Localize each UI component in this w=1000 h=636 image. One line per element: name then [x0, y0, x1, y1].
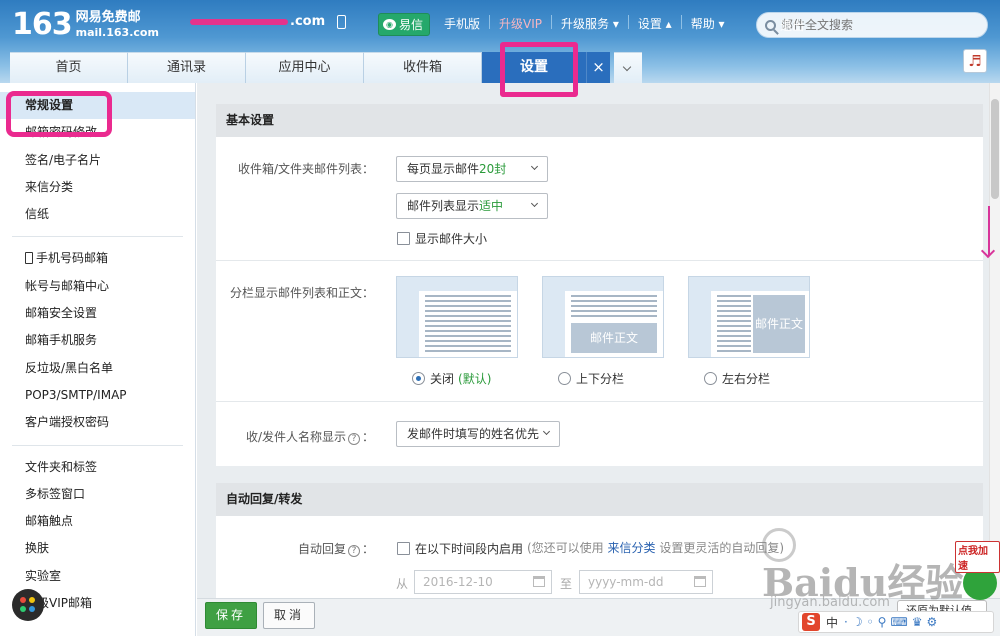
mail-list-label: 收件箱/文件夹邮件列表： — [237, 162, 374, 176]
radio-layout-left-right[interactable]: 左右分栏 — [704, 370, 770, 387]
calendar-icon[interactable] — [694, 576, 706, 587]
top-header: 163 网易免费邮 mail.163.com .com ◉ 易信 手机版 升级V… — [0, 0, 1000, 83]
ime-toolbar: S 中 ·☽◦⚲⌨♛⚙ — [798, 611, 994, 633]
mail-filter-link[interactable]: 来信分类 — [608, 541, 656, 555]
checkbox-icon — [397, 542, 410, 555]
sender-name-select[interactable]: 发邮件时填写的姓名优先 — [396, 421, 560, 447]
sidebar-item-folders[interactable]: 文件夹和标签 — [0, 454, 195, 481]
tab-inbox[interactable]: 收件箱 — [364, 52, 482, 83]
sidebar-item-pop3[interactable]: POP3/SMTP/IMAP — [0, 382, 195, 409]
sidebar-item-account-center[interactable]: 帐号与邮箱中心 — [0, 273, 195, 300]
ime-tool-icons[interactable]: ·☽◦⚲⌨♛⚙ — [844, 615, 941, 629]
calendar-icon[interactable] — [533, 576, 545, 587]
sidebar-item-general[interactable]: 常规设置 — [0, 92, 195, 120]
help-icon[interactable]: ? — [347, 545, 360, 557]
help-icon[interactable]: ? — [347, 433, 360, 445]
chevron-down-icon — [622, 62, 632, 72]
logo-title: 网易免费邮 — [75, 9, 141, 25]
nav-upgrade-vip[interactable]: 升级VIP — [499, 15, 542, 32]
nav-settings[interactable]: 设置 ▴ — [638, 15, 672, 32]
tab-contacts[interactable]: 通讯录 — [128, 52, 246, 83]
main-tabs: 首页 通讯录 应用中心 收件箱 设置 × — [10, 52, 642, 83]
sogou-icon[interactable]: S — [802, 613, 820, 631]
auto-reply-panel: 自动回复/转发 自动回复?： 在以下时间段内启用 (您还可以使用 来信分类 设置… — [216, 483, 983, 598]
layout-thumb-off[interactable] — [396, 276, 518, 358]
layout-thumb-top-bottom[interactable]: 邮件正文 — [542, 276, 664, 358]
ime-language[interactable]: 中 — [826, 614, 838, 631]
apps-grid-icon[interactable] — [12, 589, 44, 621]
section-title-auto-reply: 自动回复/转发 — [216, 483, 983, 516]
nav-upgrade-service[interactable]: 升级服务 ▾ — [561, 15, 619, 32]
vertical-scrollbar[interactable] — [989, 83, 1000, 598]
nav-mobile-version[interactable]: 手机版 — [444, 15, 480, 32]
list-density-select[interactable]: 邮件列表显示适中 — [396, 193, 548, 219]
chevron-down-icon — [530, 199, 539, 208]
more-tabs-button[interactable] — [614, 52, 642, 83]
account-name[interactable]: .com — [190, 14, 347, 29]
settings-content: 基本设置 收件箱/文件夹邮件列表： 每页显示邮件20封 邮件列表显示适中 显示邮… — [197, 83, 989, 598]
tab-home[interactable]: 首页 — [10, 52, 128, 83]
split-view-label: 分栏显示邮件列表和正文： — [229, 286, 374, 300]
mobile-phone-icon[interactable] — [337, 14, 347, 29]
sidebar-item-skin[interactable]: 换肤 — [0, 535, 195, 562]
sidebar-item-security[interactable]: 邮箱安全设置 — [0, 300, 195, 327]
sidebar-item-password[interactable]: 邮箱密码修改 — [0, 119, 195, 146]
sidebar-item-phone-service[interactable]: 邮箱手机服务 — [0, 327, 195, 354]
radio-selected-icon — [412, 372, 425, 385]
auto-reply-label: 自动回复?： — [297, 542, 374, 557]
cancel-button[interactable]: 取消 — [263, 602, 315, 629]
top-nav: 手机版 升级VIP 升级服务 ▾ 设置 ▴ 帮助 ▾ — [444, 15, 725, 32]
save-button[interactable]: 保存 — [205, 602, 257, 629]
sidebar-item-multi-tab[interactable]: 多标签窗口 — [0, 481, 195, 508]
sidebar-divider — [12, 444, 183, 446]
sidebar-item-signature[interactable]: 签名/电子名片 — [0, 147, 195, 174]
auto-reply-hint: (您还可以使用 来信分类 设置更灵活的自动回复) — [527, 541, 785, 555]
logo-number: 163 — [12, 7, 73, 42]
yixin-icon: ◉ — [383, 19, 396, 30]
sender-name-label: 收/发件人名称显示?： — [245, 430, 374, 445]
logout-link[interactable]: 退出 — [780, 17, 804, 34]
sidebar-item-stationery[interactable]: 信纸 — [0, 201, 195, 228]
sidebar-divider — [12, 236, 183, 238]
start-date-input[interactable]: 2016-12-10 — [414, 570, 552, 594]
logo[interactable]: 163 网易免费邮 mail.163.com — [12, 7, 159, 42]
sidebar-item-antispam[interactable]: 反垃圾/黑白名单 — [0, 355, 195, 382]
speed-up-badge[interactable]: 点我加速 — [955, 541, 1000, 573]
checkbox-icon — [397, 232, 410, 245]
redacted-account — [190, 18, 288, 25]
chevron-down-icon — [542, 427, 551, 436]
show-size-checkbox[interactable]: 显示邮件大小 — [397, 230, 487, 247]
tab-settings[interactable]: 设置 — [482, 52, 586, 83]
close-tab-icon[interactable]: × — [586, 52, 610, 83]
scrollbar-thumb[interactable] — [991, 99, 999, 199]
annotation-arrow-icon — [988, 206, 990, 256]
radio-layout-top-bottom[interactable]: 上下分栏 — [558, 370, 624, 387]
end-date-input[interactable]: yyyy-mm-dd — [579, 570, 713, 594]
nav-help[interactable]: 帮助 ▾ — [691, 15, 725, 32]
sidebar-item-lab[interactable]: 实验室 — [0, 563, 195, 590]
yixin-button[interactable]: ◉ 易信 — [378, 13, 431, 36]
radio-icon — [704, 372, 717, 385]
sidebar-item-touchpoint[interactable]: 邮箱触点 — [0, 508, 195, 535]
logo-url: mail.163.com — [75, 25, 159, 39]
per-page-select[interactable]: 每页显示邮件20封 — [396, 156, 548, 182]
radio-icon — [558, 372, 571, 385]
basic-settings-panel: 基本设置 收件箱/文件夹邮件列表： 每页显示邮件20封 邮件列表显示适中 显示邮… — [216, 104, 983, 466]
radio-layout-off[interactable]: 关闭 (默认) — [412, 370, 491, 387]
sidebar-item-client-auth[interactable]: 客户端授权密码 — [0, 409, 195, 436]
search-input[interactable] — [781, 18, 971, 32]
sidebar-item-filters[interactable]: 来信分类 — [0, 174, 195, 201]
music-icon[interactable]: ♬ — [963, 49, 987, 73]
settings-sidebar: 常规设置 邮箱密码修改 签名/电子名片 来信分类 信纸 手机号码邮箱 帐号与邮箱… — [0, 83, 196, 636]
sidebar-item-mobile-mailbox[interactable]: 手机号码邮箱 — [0, 245, 195, 272]
layout-thumb-left-right[interactable]: 邮件正文 — [688, 276, 810, 358]
section-title-basic: 基本设置 — [216, 104, 983, 137]
search-icon[interactable] — [765, 19, 776, 31]
chevron-down-icon — [530, 162, 539, 171]
mobile-icon — [25, 252, 33, 265]
tab-app-center[interactable]: 应用中心 — [246, 52, 364, 83]
auto-reply-enable-checkbox[interactable]: 在以下时间段内启用 — [397, 540, 523, 557]
